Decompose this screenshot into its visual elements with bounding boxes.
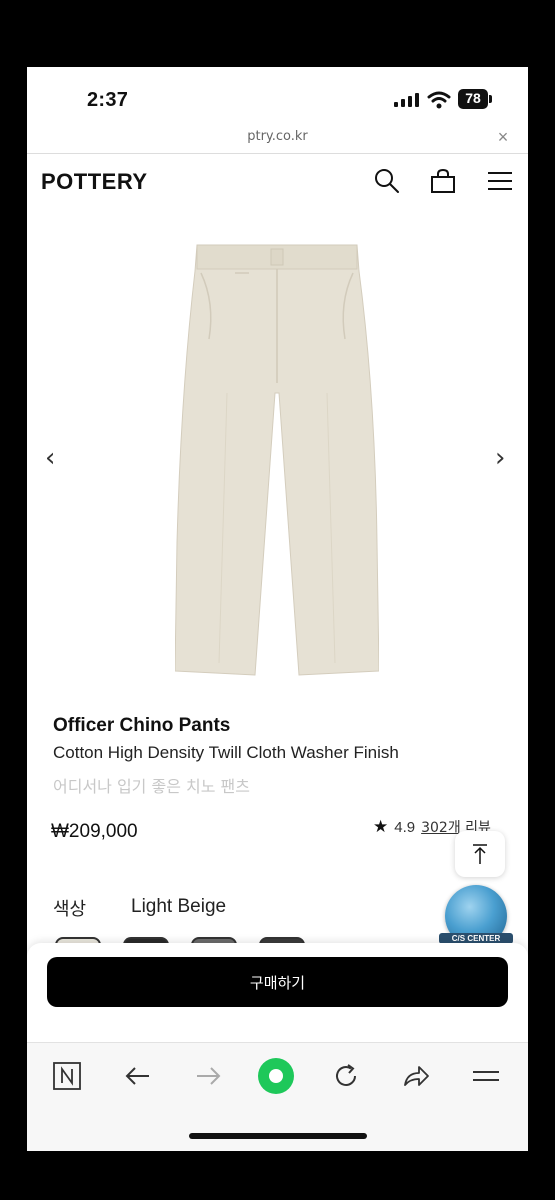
scroll-to-top-button[interactable] <box>455 831 505 877</box>
close-icon[interactable]: × <box>493 127 513 148</box>
reload-icon[interactable] <box>331 1061 361 1091</box>
product-price: ₩209,000 <box>51 821 138 842</box>
rating-value: 4.9 <box>394 818 416 836</box>
battery-level: 78 <box>465 90 481 106</box>
carousel-next-icon[interactable]: › <box>495 443 505 473</box>
url-bar[interactable]: ptry.co.kr <box>27 129 528 144</box>
product-description: 어디서나 입기 좋은 치노 팬츠 <box>53 777 250 796</box>
menu-icon[interactable] <box>471 1061 501 1091</box>
naver-green-dot-icon[interactable] <box>257 1057 295 1095</box>
menu-icon[interactable] <box>486 167 514 195</box>
status-time: 2:37 <box>87 89 129 111</box>
shopping-bag-icon[interactable] <box>429 167 457 195</box>
naver-n-icon[interactable] <box>52 1061 82 1091</box>
arrow-up-icon <box>473 844 487 864</box>
divider <box>27 153 528 154</box>
back-arrow-icon[interactable] <box>123 1061 153 1091</box>
share-icon[interactable] <box>401 1061 431 1091</box>
wifi-icon <box>427 91 451 109</box>
product-image <box>175 244 379 676</box>
site-logo[interactable]: POTTERY <box>41 169 148 195</box>
product-title: Officer Chino Pants <box>53 715 231 736</box>
screen: 2:37 78 ptry.co.kr × POTTERY ‹ › Officer… <box>27 67 528 1151</box>
carousel-prev-icon[interactable]: ‹ <box>45 443 55 473</box>
product-subtitle: Cotton High Density Twill Cloth Washer F… <box>53 743 399 762</box>
color-label: 색상 <box>53 899 87 920</box>
buy-button[interactable]: 구매하기 <box>47 957 508 1007</box>
star-icon: ★ <box>373 817 389 836</box>
cellular-signal-icon <box>394 93 419 107</box>
home-indicator <box>189 1133 367 1139</box>
forward-arrow-icon[interactable] <box>193 1061 223 1091</box>
search-icon[interactable] <box>373 167 401 195</box>
battery-icon: 78 <box>458 89 494 109</box>
color-value: Light Beige <box>131 896 227 917</box>
